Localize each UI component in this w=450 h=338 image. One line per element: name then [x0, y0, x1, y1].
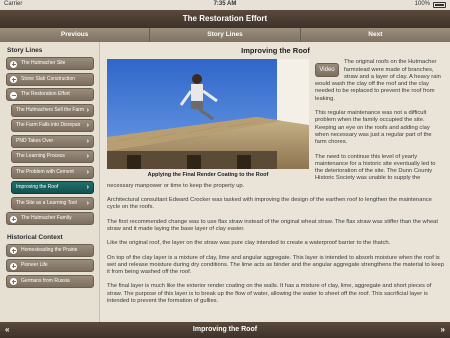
- sidebar-item-pioneer-life[interactable]: Pioneer Life: [6, 259, 94, 272]
- footer-title: Improving the Roof: [192, 326, 258, 333]
- photo-caption: Applying the Final Render Coating to the…: [147, 172, 269, 179]
- sidebar-item-germans-russia[interactable]: Germans from Russia: [6, 274, 94, 288]
- top-navigation: Previous Story Lines Next: [0, 28, 450, 42]
- battery-icon: [433, 2, 446, 8]
- sidebar: Story Lines The Hutmacher Site Stone Sla…: [0, 42, 100, 322]
- minus-icon: [10, 91, 17, 99]
- chevron-right-icon: ›: [86, 137, 89, 145]
- chevron-right-icon: ›: [86, 184, 89, 191]
- sidebar-item-label: Homesteading the Prairie: [21, 246, 78, 253]
- sidebar-item-label: Stone Slab Construction: [21, 75, 75, 82]
- sidebar-item-homesteading[interactable]: Homesteading the Prairie: [6, 243, 94, 257]
- next-page-icon[interactable]: »: [441, 322, 445, 338]
- chevron-right-icon: ›: [86, 106, 89, 114]
- sidebar-item-label: The Problem with Cement: [16, 168, 74, 175]
- plus-icon: [10, 76, 17, 83]
- paragraph: Architectural consultant Edward Crocker …: [107, 197, 432, 211]
- chevron-right-icon: ›: [86, 199, 89, 207]
- historical-context-heading: Historical Context: [7, 233, 63, 241]
- clock: 7:35 AM: [213, 1, 237, 7]
- sidebar-item-learning-tool[interactable]: The Site as a Learning Tool ›: [11, 196, 94, 210]
- sidebar-item-disrepair[interactable]: The Farm Falls into Disrepair ›: [11, 119, 94, 132]
- sidebar-item-improving-roof[interactable]: Improving the Roof ›: [11, 181, 94, 194]
- previous-button[interactable]: Previous: [0, 28, 151, 42]
- plus-icon: [10, 60, 17, 68]
- story-lines-heading: Story Lines: [7, 47, 43, 54]
- plus-icon: [10, 262, 17, 270]
- article: Improving the Roof Applying the Final Re…: [101, 42, 450, 322]
- status-bar: Carrier 7:35 AM 100%: [0, 0, 450, 10]
- sidebar-item-label: Germans from Russia: [21, 277, 70, 284]
- sidebar-item-label: The Hutmachers Sell the Farm: [16, 106, 85, 113]
- sidebar-item-label: The Restoration Effort: [21, 91, 70, 97]
- sidebar-item-label: The Learning Process: [16, 153, 65, 159]
- sidebar-item-label: Pioneer Life: [21, 262, 48, 268]
- sidebar-item-label: The Farm Falls into Disrepair: [16, 122, 81, 128]
- bottom-bar: « Improving the Roof »: [0, 322, 450, 338]
- paragraph: On top of the clay layer is a mixture of…: [107, 254, 444, 276]
- chevron-right-icon: ›: [86, 168, 89, 176]
- sidebar-item-cement[interactable]: The Problem with Cement ›: [11, 165, 94, 179]
- sidebar-item-label: The Site as a Learning Tool: [16, 199, 77, 206]
- paragraph: The first recommended change was to use …: [107, 218, 439, 232]
- app-title: The Restoration Effort: [0, 10, 450, 28]
- article-title: Improving the Roof: [241, 46, 310, 55]
- photo-figure: Applying the Final Render Coating to the…: [107, 59, 309, 180]
- chevron-right-icon: ›: [86, 153, 89, 160]
- plus-icon: [10, 278, 17, 285]
- sidebar-item-label: The Hutmacher Site: [21, 60, 66, 66]
- sidebar-item-label: The Hutmacher Family: [21, 215, 72, 221]
- chevron-right-icon: ›: [86, 122, 89, 129]
- roof-photo-illustration: [107, 59, 309, 170]
- video-button[interactable]: Video: [315, 63, 339, 78]
- sidebar-item-restoration-effort[interactable]: The Restoration Effort: [6, 88, 94, 101]
- sidebar-item-hutmacher-family[interactable]: The Hutmacher Family: [6, 212, 94, 225]
- sidebar-item-stone-slab[interactable]: Stone Slab Construction: [6, 72, 94, 86]
- story-lines-button[interactable]: Story Lines: [150, 28, 301, 42]
- next-button[interactable]: Next: [301, 28, 450, 42]
- sidebar-item-sell-farm[interactable]: The Hutmachers Sell the Farm ›: [11, 103, 94, 117]
- previous-page-icon[interactable]: «: [5, 322, 9, 338]
- paragraph: The final layer is much like the exterio…: [107, 283, 432, 305]
- roof-photo: [107, 59, 309, 170]
- paragraph: Like the original roof, the layer on the…: [107, 240, 391, 247]
- battery-percent: 100%: [414, 1, 430, 7]
- sidebar-item-pnd[interactable]: PND Takes Over ›: [11, 134, 94, 148]
- sidebar-item-label: PND Takes Over: [16, 137, 54, 144]
- plus-icon: [10, 247, 17, 254]
- plus-icon: [10, 215, 17, 223]
- sidebar-item-label: Improving the Roof: [16, 184, 59, 190]
- sidebar-item-hutmacher-site[interactable]: The Hutmacher Site: [6, 57, 94, 70]
- sidebar-item-learning-process[interactable]: The Learning Process ›: [11, 150, 94, 163]
